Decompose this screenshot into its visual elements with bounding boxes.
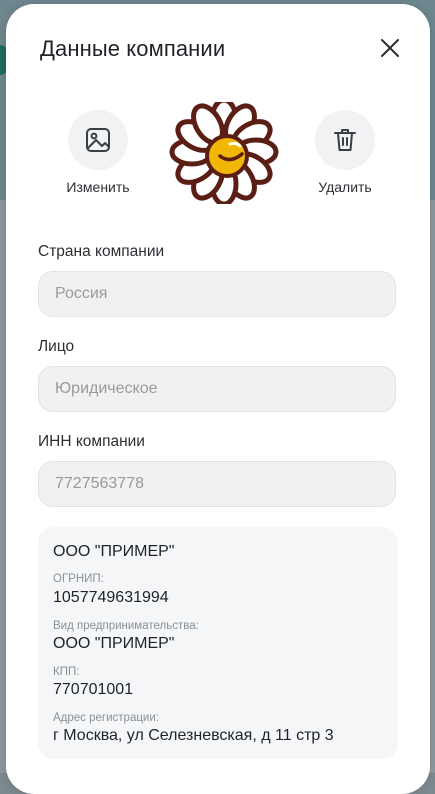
- company-name: ООО "ПРИМЕР": [53, 543, 175, 560]
- ogrnip-label: ОГРНИП:: [53, 573, 104, 585]
- trash-icon: [334, 129, 356, 151]
- inn-field[interactable]: [38, 461, 396, 507]
- company-data-modal: Данные компании Изменить Удалить Страна …: [6, 4, 430, 794]
- country-field[interactable]: [38, 271, 396, 317]
- inn-label: ИНН компании: [38, 433, 145, 450]
- address-label: Адрес регистрации:: [53, 712, 159, 724]
- close-button[interactable]: [378, 36, 402, 60]
- change-image-label: Изменить: [66, 179, 130, 195]
- ogrnip-value: 1057749631994: [53, 589, 169, 606]
- modal-title: Данные компании: [40, 36, 226, 61]
- entity-label: Лицо: [38, 338, 75, 355]
- kpp-label: КПП:: [53, 666, 80, 678]
- change-image-button[interactable]: [68, 110, 128, 170]
- business-type-label: Вид предпринимательства:: [53, 620, 199, 632]
- business-type-value: ООО "ПРИМЕР": [53, 635, 175, 652]
- kpp-value: 770701001: [53, 681, 134, 698]
- close-icon: [381, 39, 399, 57]
- company-info-card: ООО "ПРИМЕР" ОГРНИП: 1057749631994 Вид п…: [38, 527, 398, 759]
- country-label: Страна компании: [38, 243, 165, 260]
- delete-image-button[interactable]: [315, 110, 375, 170]
- company-logo: [169, 102, 279, 204]
- address-value: г Москва, ул Селезневская, д 11 стр 3: [53, 727, 334, 744]
- delete-image-label: Удалить: [318, 179, 372, 195]
- entity-field[interactable]: [38, 366, 396, 412]
- image-icon: [86, 128, 110, 152]
